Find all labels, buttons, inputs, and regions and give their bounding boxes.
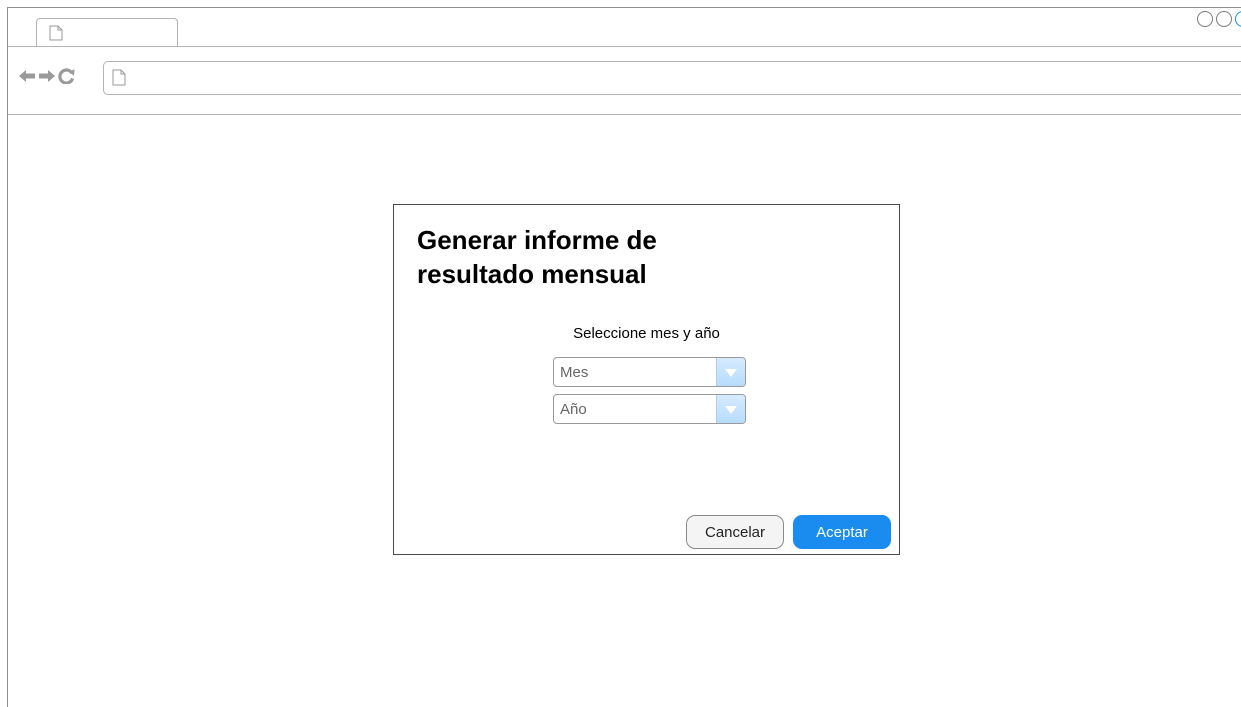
browser-tab[interactable] [36,18,178,47]
maximize-control[interactable] [1216,11,1232,27]
address-bar[interactable] [103,61,1241,95]
cancel-button[interactable]: Cancelar [686,515,784,549]
tabbar-divider [8,46,1241,47]
page-icon [49,25,63,46]
accept-button[interactable]: Aceptar [793,515,891,549]
navigation-buttons [18,68,76,89]
year-select-value: Año [560,401,587,418]
toolbar-divider [8,114,1241,115]
forward-arrow-icon[interactable] [38,69,56,88]
month-select-value: Mes [560,364,589,381]
window-controls [1197,11,1241,27]
month-select[interactable]: Mes [553,357,746,387]
reload-icon[interactable] [58,68,76,89]
dialog-title: Generar informe de resultado mensual [417,225,657,289]
close-control[interactable] [1235,11,1241,27]
back-arrow-icon[interactable] [18,69,36,88]
report-dialog: Generar informe de resultado mensual Sel… [393,204,900,555]
chevron-down-icon[interactable] [716,358,745,386]
chevron-down-icon[interactable] [716,395,745,423]
page-icon [112,69,126,91]
dialog-prompt: Seleccione mes y año [573,325,720,342]
minimize-control[interactable] [1197,11,1213,27]
year-select[interactable]: Año [553,394,746,424]
